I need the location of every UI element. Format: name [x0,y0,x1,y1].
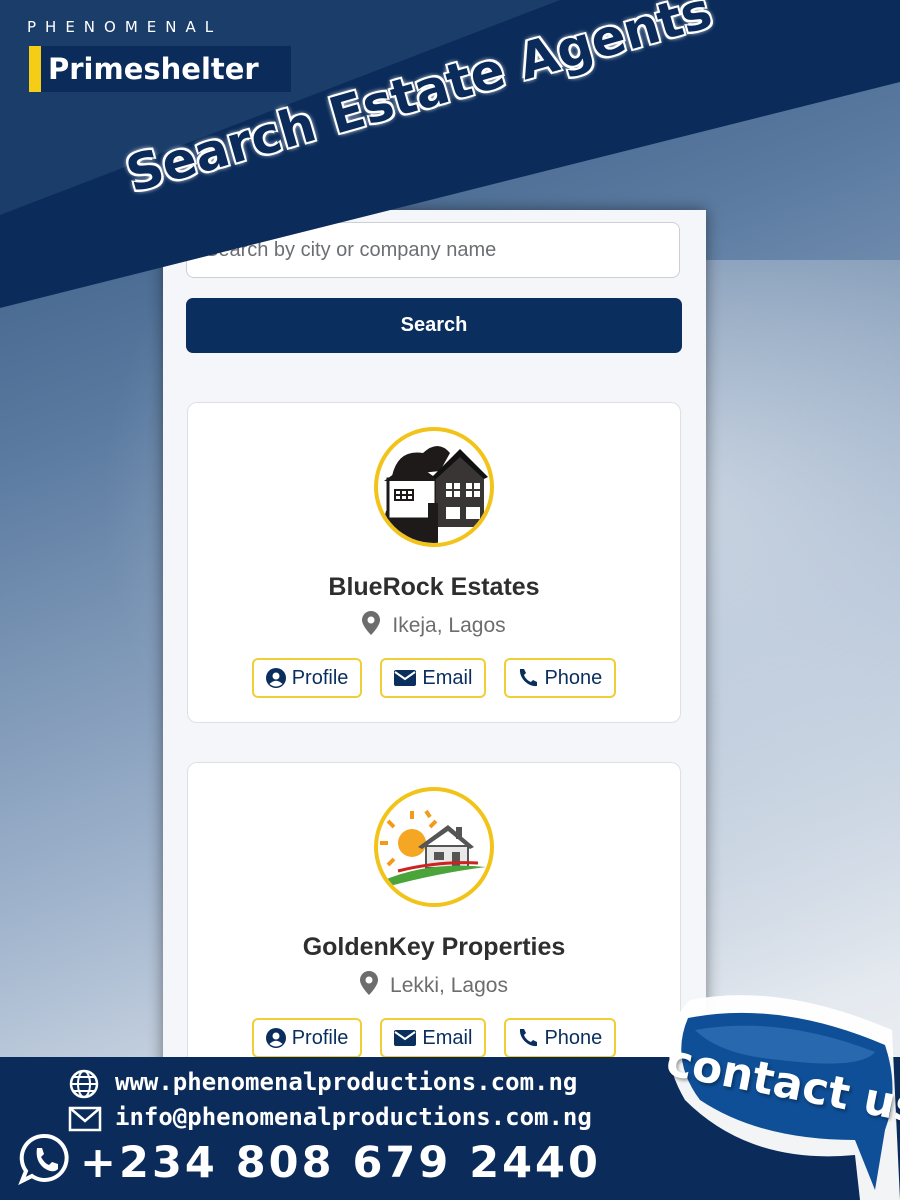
agent-card: GoldenKey Properties Lekki, Lagos Profil… [187,762,681,1070]
sun-house-logo-icon [380,809,486,887]
agent-location-text: Ikeja, Lagos [392,614,506,637]
agent-location: Lekki, Lagos [188,971,680,1001]
phone-label: Phone [544,666,603,689]
profile-button[interactable]: Profile [251,1018,363,1058]
house-logo-icon [378,446,488,543]
phone-button[interactable]: Phone [504,658,617,698]
footer-email[interactable]: info@phenomenalproductions.com.ng [115,1103,592,1131]
phone-icon [518,1028,538,1048]
envelope-icon [394,1030,417,1046]
brand-accent-bar [29,46,41,92]
mail-icon [68,1106,102,1137]
footer-website[interactable]: www.phenomenalproductions.com.ng [115,1068,577,1096]
phone-icon [518,668,538,688]
user-circle-icon [265,1028,286,1048]
agent-location-text: Lekki, Lagos [390,974,508,997]
agent-name: BlueRock Estates [328,573,540,601]
email-label: Email [422,1026,473,1049]
brand-name: Primeshelter [48,52,259,86]
agent-logo [374,787,494,907]
agent-location: Ikeja, Lagos [188,611,680,641]
map-pin-icon [360,971,379,1001]
agent-name: GoldenKey Properties [302,933,566,961]
map-pin-icon [362,611,381,641]
profile-label: Profile [291,666,349,689]
agent-card: BlueRock Estates Ikeja, Lagos Profile Em… [187,402,681,723]
profile-button[interactable]: Profile [251,658,363,698]
agent-actions: Profile Email Phone [188,658,680,698]
envelope-icon [394,670,417,686]
agent-logo [374,427,494,547]
app-screen: Search BlueRock Estates [163,210,706,1070]
profile-label: Profile [291,1026,349,1049]
phone-label: Phone [544,1026,603,1049]
brand-tagline: PHENOMENAL [27,18,223,36]
user-circle-icon [265,668,286,688]
whatsapp-icon [18,1132,72,1191]
email-button[interactable]: Email [380,1018,487,1058]
email-button[interactable]: Email [380,658,487,698]
email-label: Email [422,666,473,689]
footer-phone[interactable]: +234 808 679 2440 [80,1138,601,1188]
phone-button[interactable]: Phone [504,1018,617,1058]
agent-actions: Profile Email Phone [188,1018,680,1058]
globe-icon [68,1068,100,1105]
